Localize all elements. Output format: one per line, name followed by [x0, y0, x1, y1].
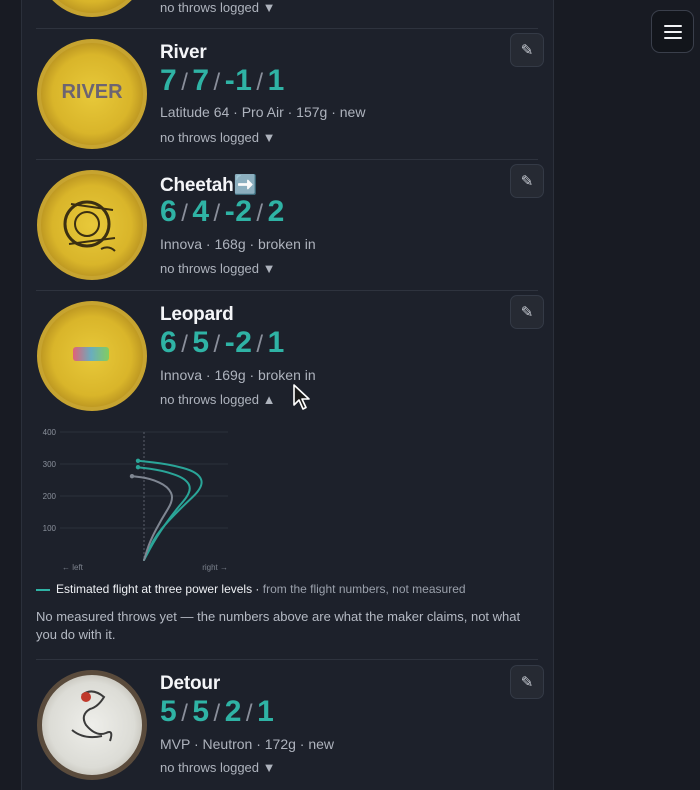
disc-stamp: RIVER	[61, 81, 123, 103]
flight-fade: 1	[257, 695, 275, 728]
flight-path-end-point	[129, 473, 135, 479]
disc-image: RIVER	[37, 39, 147, 149]
flight-path-end-point	[135, 465, 141, 470]
disc-name: River	[160, 42, 207, 63]
disc-meta: Latitude 64 · Pro Air · 157g · new	[160, 104, 366, 120]
disc-name: Leopard	[160, 304, 234, 325]
edit-button[interactable]: ✎	[510, 665, 544, 699]
hamburger-menu-button[interactable]	[651, 10, 694, 53]
flight-turn: -2	[224, 195, 253, 228]
throws-toggle[interactable]: no throws logged ▼	[160, 261, 276, 276]
flight-fade: 1	[267, 326, 285, 359]
legend-note: from the flight numbers, not measured	[262, 582, 466, 596]
flight-path-series-2	[131, 475, 173, 561]
throws-toggle[interactable]: no throws logged ▼	[160, 760, 276, 775]
throws-toggle[interactable]: no throws logged ▼	[160, 130, 276, 145]
edit-button[interactable]: ✎	[510, 33, 544, 67]
y-tick-label: 400	[43, 428, 57, 437]
disc-meta: MVP · Neutron · 172g · new	[160, 736, 335, 752]
mouse-pointer-icon	[293, 384, 310, 410]
throws-toggle[interactable]: no throws logged ▲	[160, 392, 276, 407]
flight-path-series-0	[137, 459, 203, 561]
flight-turn: -1	[224, 64, 253, 97]
pencil-icon: ✎	[520, 674, 534, 691]
menu-bar-icon	[663, 30, 682, 33]
divider	[36, 28, 538, 29]
flight-turn: 2	[224, 695, 242, 728]
flight-glide: 7	[192, 64, 210, 97]
flight-fade: 1	[267, 64, 285, 97]
divider	[36, 159, 538, 160]
chart-legend: Estimated flight at three power levels ·…	[36, 582, 466, 596]
pencil-icon: ✎	[520, 173, 534, 190]
no-throws-note: No measured throws yet — the numbers abo…	[36, 609, 521, 642]
x-left-label: ← left	[62, 563, 84, 572]
x-right-label: right →	[202, 563, 228, 572]
flight-path-end-point	[135, 458, 141, 463]
y-tick-label: 200	[43, 492, 57, 501]
flight-speed: 6	[160, 326, 178, 359]
flight-path-chart: 400 300 200 100 ← left right →	[43, 428, 228, 572]
flight-speed: 7	[160, 64, 178, 97]
divider	[36, 290, 538, 291]
disc-name: Cheetah➡️	[160, 175, 258, 196]
flight-numbers: 6/5/-2/1	[160, 326, 285, 359]
divider	[36, 659, 538, 660]
pencil-icon: ✎	[520, 42, 534, 59]
disc-image	[37, 670, 147, 780]
legend-main: Estimated flight at three power levels ·	[56, 582, 260, 596]
flight-speed: 6	[160, 195, 178, 228]
flight-numbers: 6/4/-2/2	[160, 195, 285, 228]
flight-glide: 5	[192, 326, 210, 359]
flight-turn: -2	[224, 326, 253, 359]
y-tick-label: 300	[43, 460, 57, 469]
legend-swatch	[36, 588, 50, 591]
disc-image	[37, 301, 147, 411]
disc-name: Detour	[160, 673, 221, 694]
disc-meta: Innova · 168g · broken in	[160, 236, 316, 252]
flight-fade: 2	[267, 195, 285, 228]
edit-button[interactable]: ✎	[510, 295, 544, 329]
menu-bar-icon	[663, 36, 682, 39]
flight-numbers: 5/5/2/1	[160, 695, 275, 728]
disc-meta: Innova · 169g · broken in	[160, 367, 316, 383]
flight-path-series-1	[137, 466, 191, 561]
throws-toggle[interactable]: no throws logged ▼	[160, 0, 276, 15]
flight-speed: 5	[160, 695, 178, 728]
flight-numbers: 7/7/-1/1	[160, 64, 285, 97]
menu-bar-icon	[663, 24, 682, 27]
y-tick-label: 100	[43, 524, 57, 533]
disc-image	[37, 170, 147, 280]
flight-glide: 4	[192, 195, 210, 228]
flight-glide: 5	[192, 695, 210, 728]
edit-button[interactable]: ✎	[510, 164, 544, 198]
pencil-icon: ✎	[520, 304, 534, 321]
